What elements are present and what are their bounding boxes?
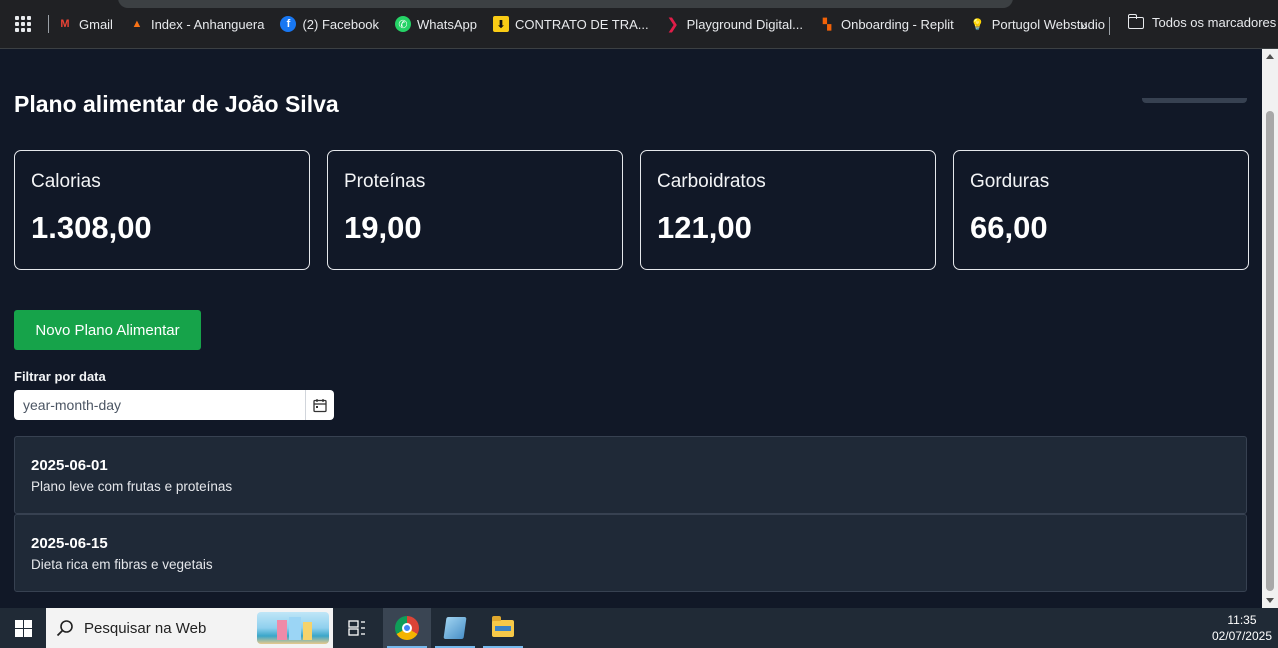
bookmark-label: Gmail bbox=[79, 16, 113, 32]
notes-app-icon bbox=[443, 617, 467, 639]
card-value: 1.308,00 bbox=[31, 210, 152, 245]
card-label: Proteínas bbox=[344, 171, 426, 192]
page-title: Plano alimentar de João Silva bbox=[14, 91, 339, 117]
clock-date: 02/07/2025 bbox=[1211, 629, 1272, 643]
facebook-icon: f bbox=[280, 16, 297, 32]
filter-label: Filtrar por data bbox=[14, 369, 106, 384]
playground-icon: ❯ bbox=[666, 16, 679, 33]
plan-item[interactable]: 2025-06-01 Plano leve com frutas e prote… bbox=[14, 436, 1247, 514]
windows-taskbar: Pesquisar na Web 11:35 02/07/2025 bbox=[0, 608, 1278, 648]
bookmark-playground[interactable]: ❯ Playground Digital... bbox=[665, 16, 803, 33]
bookmark-label: WhatsApp bbox=[417, 16, 478, 32]
calories-card: Calorias 1.308,00 bbox=[14, 150, 310, 270]
bookmark-anhanguera[interactable]: ▲ Index - Anhanguera bbox=[129, 16, 265, 32]
plan-date: 2025-06-01 bbox=[31, 457, 108, 474]
proteins-card: Proteínas 19,00 bbox=[327, 150, 623, 270]
all-bookmarks-button[interactable]: Todos os marcadores bbox=[1127, 13, 1277, 30]
all-bookmarks-label: Todos os marcadores bbox=[1152, 15, 1277, 30]
windows-logo-icon bbox=[14, 619, 32, 637]
lightbulb-icon: 💡 bbox=[970, 18, 985, 31]
date-filter-input[interactable]: year-month-day bbox=[14, 390, 334, 420]
plan-description: Dieta rica em fibras e vegetais bbox=[31, 557, 213, 572]
bookmark-label: CONTRATO DE TRA... bbox=[515, 16, 649, 32]
nutrition-summary: Calorias 1.308,00 Proteínas 19,00 Carboi… bbox=[14, 150, 1249, 270]
file-explorer-icon bbox=[492, 615, 514, 637]
bookmark-whatsapp[interactable]: ✆ WhatsApp bbox=[395, 16, 477, 32]
bookmark-label: (2) Facebook bbox=[302, 16, 380, 32]
more-bookmarks-chevron-icon[interactable]: » bbox=[1080, 17, 1088, 33]
scrollbar-thumb[interactable] bbox=[1266, 111, 1274, 591]
file-explorer-taskbar-button[interactable] bbox=[479, 608, 527, 648]
taskbar-search-box[interactable]: Pesquisar na Web bbox=[46, 608, 333, 648]
folder-icon bbox=[1127, 13, 1144, 29]
system-clock[interactable]: 11:35 02/07/2025 bbox=[1212, 612, 1272, 644]
card-label: Carboidratos bbox=[657, 171, 766, 192]
bookmark-replit[interactable]: ▚ Onboarding - Replit bbox=[819, 16, 954, 32]
new-plan-button[interactable]: Novo Plano Alimentar bbox=[14, 310, 201, 350]
plan-item[interactable]: 2025-06-15 Dieta rica em fibras e vegeta… bbox=[14, 514, 1247, 592]
scroll-down-arrow-icon[interactable] bbox=[1266, 598, 1274, 603]
search-placeholder: Pesquisar na Web bbox=[84, 619, 207, 637]
card-value: 66,00 bbox=[970, 210, 1048, 245]
bookmark-facebook[interactable]: f (2) Facebook bbox=[280, 16, 379, 32]
apps-grid-icon[interactable] bbox=[12, 13, 34, 35]
scroll-up-arrow-icon[interactable] bbox=[1266, 54, 1274, 59]
date-placeholder[interactable]: year-month-day bbox=[14, 397, 305, 413]
chrome-taskbar-button[interactable] bbox=[383, 608, 431, 648]
bookmark-label: Playground Digital... bbox=[686, 16, 803, 32]
task-view-button[interactable] bbox=[333, 608, 381, 648]
bookmarks-divider bbox=[48, 15, 49, 33]
gmail-icon: M bbox=[60, 18, 70, 30]
anhanguera-icon: ▲ bbox=[131, 18, 143, 30]
page-content: Plano alimentar de João Silva Calorias 1… bbox=[0, 49, 1262, 608]
task-view-icon bbox=[348, 620, 365, 636]
whatsapp-icon: ✆ bbox=[395, 16, 412, 32]
card-label: Calorias bbox=[31, 171, 101, 192]
bookmark-label: Onboarding - Replit bbox=[840, 16, 954, 32]
download-icon: ⬇ bbox=[493, 16, 510, 32]
plan-description: Plano leve com frutas e proteínas bbox=[31, 479, 233, 494]
clock-time: 11:35 bbox=[1227, 613, 1257, 627]
calendar-icon[interactable] bbox=[305, 390, 334, 420]
notes-taskbar-button[interactable] bbox=[431, 608, 479, 648]
header-button-edge[interactable] bbox=[1142, 98, 1247, 103]
card-value: 121,00 bbox=[657, 210, 752, 245]
chrome-icon bbox=[395, 616, 419, 640]
bookmark-gmail[interactable]: M Gmail bbox=[57, 16, 113, 32]
plan-date: 2025-06-15 bbox=[31, 535, 108, 552]
card-label: Gorduras bbox=[970, 171, 1050, 192]
bookmarks-divider bbox=[1109, 17, 1110, 35]
start-button[interactable] bbox=[0, 608, 46, 648]
bookmark-contrato[interactable]: ⬇ CONTRATO DE TRA... bbox=[493, 16, 649, 32]
page-scrollbar[interactable] bbox=[1262, 49, 1278, 608]
carbs-card: Carboidratos 121,00 bbox=[640, 150, 936, 270]
fats-card: Gorduras 66,00 bbox=[953, 150, 1249, 270]
replit-icon: ▚ bbox=[822, 18, 832, 31]
search-highlight-image[interactable] bbox=[257, 612, 329, 644]
bookmark-label: Index - Anhanguera bbox=[150, 16, 265, 32]
search-icon bbox=[56, 620, 73, 637]
bookmarks-bar: M Gmail ▲ Index - Anhanguera f (2) Faceb… bbox=[0, 0, 1278, 49]
card-value: 19,00 bbox=[344, 210, 422, 245]
address-bar-edge bbox=[118, 0, 1013, 8]
